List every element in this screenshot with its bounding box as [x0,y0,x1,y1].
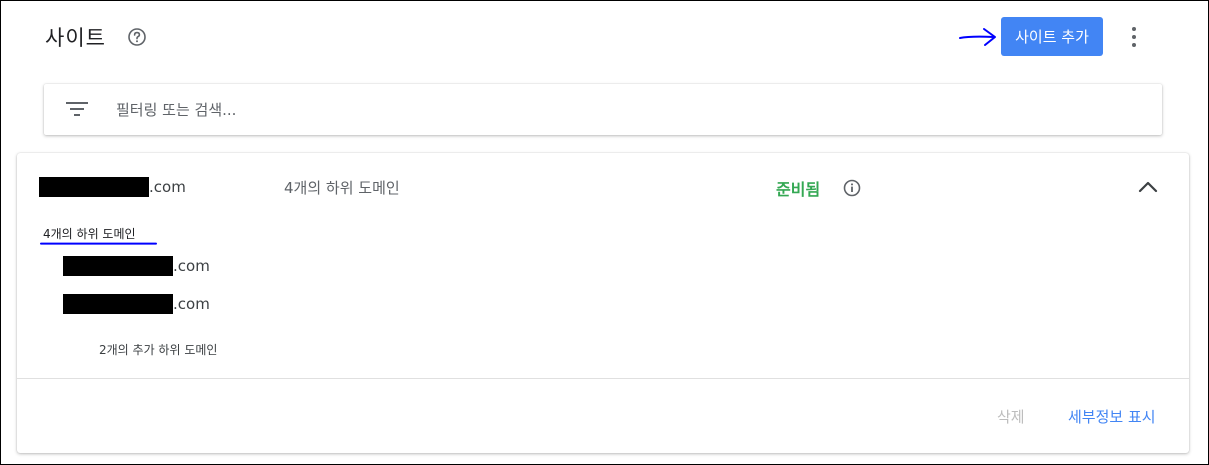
subdomain-heading: 4개의 하위 도메인 [43,227,136,241]
more-vert-icon[interactable] [1124,24,1144,50]
redacted-block [63,256,173,276]
filter-icon[interactable] [66,100,88,118]
site-card: .com 4개의 하위 도메인 준비됨 4개의 하위 도메인 .com .com… [17,153,1189,453]
page-title: 사이트 [45,26,106,50]
subdomain-item: .com [63,294,210,314]
search-input[interactable] [116,96,1136,124]
status-badge: 준비됨 [776,180,821,199]
site-name[interactable]: .com [39,177,186,197]
add-site-button[interactable]: 사이트 추가 [1001,17,1103,56]
help-circle-icon[interactable] [127,27,147,47]
info-icon[interactable] [843,179,861,197]
subdomain-summary: 4개의 하위 도메인 [284,179,400,197]
search-box[interactable] [44,84,1162,135]
annotation-underline [40,242,157,245]
subdomain-suffix: .com [173,257,210,275]
show-details-button[interactable]: 세부정보 표시 [1068,406,1156,427]
subdomain-item: .com [63,256,210,276]
chevron-up-icon[interactable] [1137,177,1159,197]
redacted-block [63,294,173,314]
redacted-block [39,177,149,197]
annotation-arrow [959,28,996,46]
delete-button[interactable]: 삭제 [997,406,1025,427]
more-subdomains-text: 2개의 추가 하위 도메인 [99,343,218,357]
subdomain-suffix: .com [173,295,210,313]
site-name-suffix: .com [149,178,186,196]
divider [17,378,1189,379]
